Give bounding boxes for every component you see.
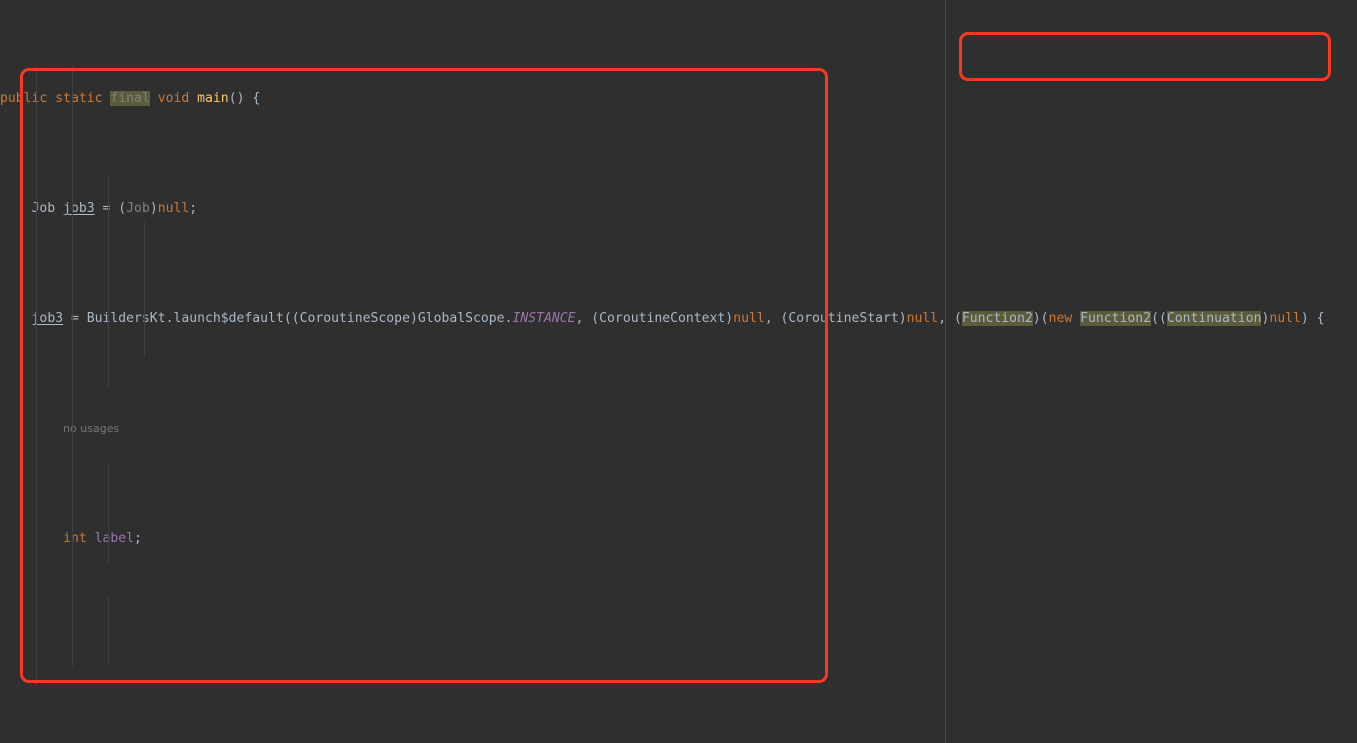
code-line: public static final void main() { [0,91,261,106]
indent-guide [108,464,109,564]
code-line: Job job3 = (Job)null; [0,201,198,216]
indent-guide [72,66,73,666]
indent-guide [108,178,109,388]
code-vision-hint[interactable]: no usages [0,418,1357,440]
indent-guide [36,66,37,686]
source-code-view[interactable]: public static final void main() { Job jo… [0,0,1357,743]
code-line: job3 = BuildersKt.launch$default((Corout… [31,311,1325,326]
indent-guide [144,222,145,356]
code-editor[interactable]: public static final void main() { Job jo… [0,0,1357,743]
code-line: int label; [63,531,142,546]
indent-guide [108,596,109,664]
